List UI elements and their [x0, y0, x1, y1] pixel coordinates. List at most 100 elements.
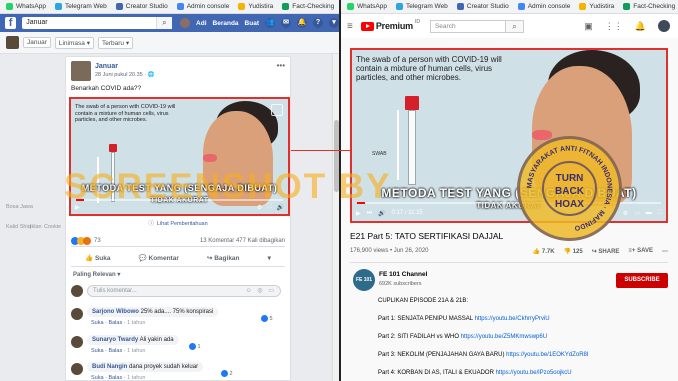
comment-reply-link[interactable]: Balas: [108, 320, 122, 326]
commenter-name[interactable]: Sarjono Wibowo: [92, 309, 139, 315]
theater-icon[interactable]: ▬: [646, 210, 652, 216]
share-button[interactable]: ↪ Bagikan: [207, 254, 240, 262]
more-options-icon[interactable]: •••: [277, 61, 285, 70]
post-author[interactable]: Januar: [95, 63, 118, 70]
notifications-icon[interactable]: 🔔: [297, 18, 307, 28]
audience-icon[interactable]: ▾: [268, 254, 271, 262]
bookmark-telegram[interactable]: Telegram Web: [55, 3, 107, 10]
nav-create[interactable]: Buat: [245, 20, 259, 27]
settings-icon[interactable]: ⚙: [623, 210, 628, 217]
bookmark-admin-console[interactable]: Admin console: [176, 3, 229, 10]
comment-like-link[interactable]: Suka: [91, 320, 104, 326]
left-link[interactable]: Iklan: [30, 224, 42, 230]
reaction-count[interactable]: 73: [94, 238, 101, 244]
comment-like-link[interactable]: Suka: [91, 375, 104, 381]
bookmark-telegram[interactable]: Telegram Web: [396, 3, 448, 10]
save-button[interactable]: ≡+ SAVE: [628, 248, 653, 254]
miniplayer-icon[interactable]: ▭: [634, 210, 640, 217]
messenger-icon[interactable]: ✉: [281, 18, 291, 28]
menu-icon[interactable]: ≡: [347, 21, 353, 32]
video-progress[interactable]: [76, 199, 283, 201]
apps-icon[interactable]: ⋮⋮: [605, 21, 623, 32]
bookmark-admin-console[interactable]: Admin console: [517, 3, 570, 10]
translation-link[interactable]: Lihat Pemberitahuan: [157, 221, 208, 227]
volume-icon[interactable]: 🔊: [277, 204, 284, 211]
channel-avatar[interactable]: FE 101: [353, 269, 375, 291]
dislike-button[interactable]: 👎 125: [564, 248, 583, 255]
search-icon[interactable]: ⌕: [156, 17, 173, 29]
more-actions-icon[interactable]: ⋯: [662, 248, 668, 255]
comment-like-link[interactable]: Suka: [91, 348, 104, 354]
search-icon[interactable]: ⌕: [505, 19, 524, 33]
avatar[interactable]: [180, 18, 191, 28]
author-avatar[interactable]: [71, 61, 91, 81]
bookmark-fact-checking[interactable]: Fact-Checking: [282, 3, 334, 10]
bookmark-yudistira[interactable]: Yudistira: [238, 3, 273, 10]
comment-time[interactable]: 1 tahun: [127, 320, 145, 326]
comment-reply-link[interactable]: Balas: [108, 375, 122, 381]
settings-icon[interactable]: ⚙: [257, 204, 262, 211]
emoji-icon[interactable]: ☺ ◎ ▭: [246, 286, 276, 297]
description-link[interactable]: https://youtu.be/CkhrryPrviU: [475, 316, 550, 322]
bookmark-whatsapp[interactable]: WhatsApp: [347, 3, 387, 10]
share-count[interactable]: 477 Kali dibagikan: [236, 238, 285, 244]
expand-icon[interactable]: [271, 104, 283, 116]
create-video-icon[interactable]: ▣: [584, 21, 593, 32]
nav-home[interactable]: Beranda: [213, 20, 239, 27]
comment-time[interactable]: 1 tahun: [127, 375, 145, 381]
comment-like-count[interactable]: 2: [221, 370, 233, 377]
facebook-logo-icon[interactable]: f: [5, 17, 17, 29]
description-link[interactable]: https://youtu.be/Z5MKmwswp6U: [461, 334, 547, 340]
left-link[interactable]: Kalid Shiq: [6, 224, 31, 230]
comment-sort[interactable]: Paling Relevan ▾: [73, 271, 120, 278]
fullscreen-icon[interactable]: ⛶: [267, 204, 271, 211]
commenter-avatar[interactable]: [71, 336, 83, 348]
play-icon[interactable]: ▶: [356, 210, 361, 217]
bookmark-whatsapp[interactable]: WhatsApp: [6, 3, 46, 10]
comment-time[interactable]: 1 tahun: [127, 348, 145, 354]
comment-input[interactable]: Tulis komentar... ☺ ◎ ▭: [87, 285, 281, 297]
filter-view[interactable]: Linimasa ▾: [54, 36, 94, 49]
share-button[interactable]: ↪ SHARE: [592, 248, 620, 255]
page-scrollbar[interactable]: [332, 54, 339, 381]
volume-icon[interactable]: 🔊: [378, 210, 385, 217]
nav-profile[interactable]: Adi: [196, 20, 206, 27]
comment-like-count[interactable]: 5: [261, 315, 273, 322]
comment-button[interactable]: 💬 Komentar: [139, 254, 179, 262]
commenter-avatar[interactable]: [71, 308, 83, 320]
translation-notice[interactable]: ⓘ Lihat Pemberitahuan: [66, 219, 290, 227]
bookmark-yudistira[interactable]: Yudistira: [579, 3, 614, 10]
next-icon[interactable]: ⏭: [367, 210, 372, 217]
like-button[interactable]: 👍 Suka: [85, 254, 110, 262]
bookmark-fact-checking[interactable]: Fact-Checking: [623, 3, 675, 10]
search-input[interactable]: Search: [429, 19, 506, 33]
like-button[interactable]: 👍 7.7K: [533, 248, 555, 255]
avatar[interactable]: [658, 20, 670, 32]
play-icon[interactable]: ▶: [75, 204, 80, 211]
fullscreen-icon[interactable]: ⛶: [658, 210, 662, 217]
comment-count[interactable]: 13 Komentar: [200, 238, 234, 244]
search-input[interactable]: Januar ⌕: [22, 17, 173, 29]
bookmark-creator-studio[interactable]: Creator Studio: [115, 3, 168, 10]
dropdown-icon[interactable]: ▾: [329, 18, 339, 28]
bookmark-creator-studio[interactable]: Creator Studio: [456, 3, 509, 10]
commenter-name[interactable]: Sunaryo Twardy: [92, 337, 138, 343]
channel-name[interactable]: FE 101 Channel: [379, 271, 427, 278]
post-date[interactable]: 28 Juni pukul 20.35 · 🌐: [95, 72, 154, 78]
comment-reply-link[interactable]: Balas: [108, 348, 122, 354]
post-video[interactable]: The swab of a person with COVID-19 will …: [69, 97, 290, 216]
help-icon[interactable]: ?: [313, 18, 323, 28]
commenter-avatar[interactable]: [71, 363, 83, 375]
description-link[interactable]: https://youtu.be/1EOKYdZoR8I: [506, 352, 588, 358]
subscribe-button[interactable]: SUBSCRIBE: [616, 273, 668, 288]
notifications-icon[interactable]: 🔔: [635, 21, 646, 32]
filter-sort[interactable]: Terbaru ▾: [97, 36, 134, 49]
commenter-name[interactable]: Budi Nangin: [92, 364, 127, 370]
left-link[interactable]: Bosa Jawa: [6, 204, 33, 210]
youtube-logo[interactable]: Premium ID: [360, 19, 420, 31]
comment-like-count[interactable]: 1: [189, 343, 201, 350]
filter-name[interactable]: Januar: [23, 37, 51, 48]
left-link[interactable]: Cookie: [44, 224, 61, 230]
friends-icon[interactable]: 👥: [265, 18, 275, 28]
description-link[interactable]: https://youtu.be/lPzo5oojkcU: [496, 370, 572, 376]
